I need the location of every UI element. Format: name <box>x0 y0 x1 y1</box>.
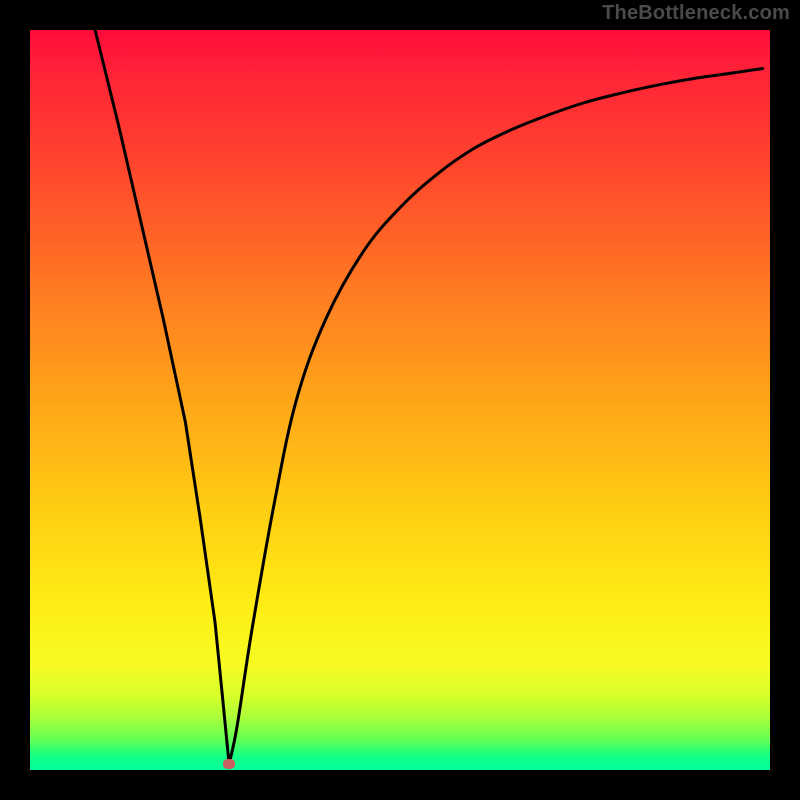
bottleneck-curve <box>30 30 770 770</box>
watermark-text: TheBottleneck.com <box>602 2 790 25</box>
chart-frame: TheBottleneck.com <box>0 0 800 800</box>
plot-gradient-background <box>30 30 770 770</box>
curve-path <box>95 30 763 764</box>
minimum-marker <box>223 759 235 769</box>
